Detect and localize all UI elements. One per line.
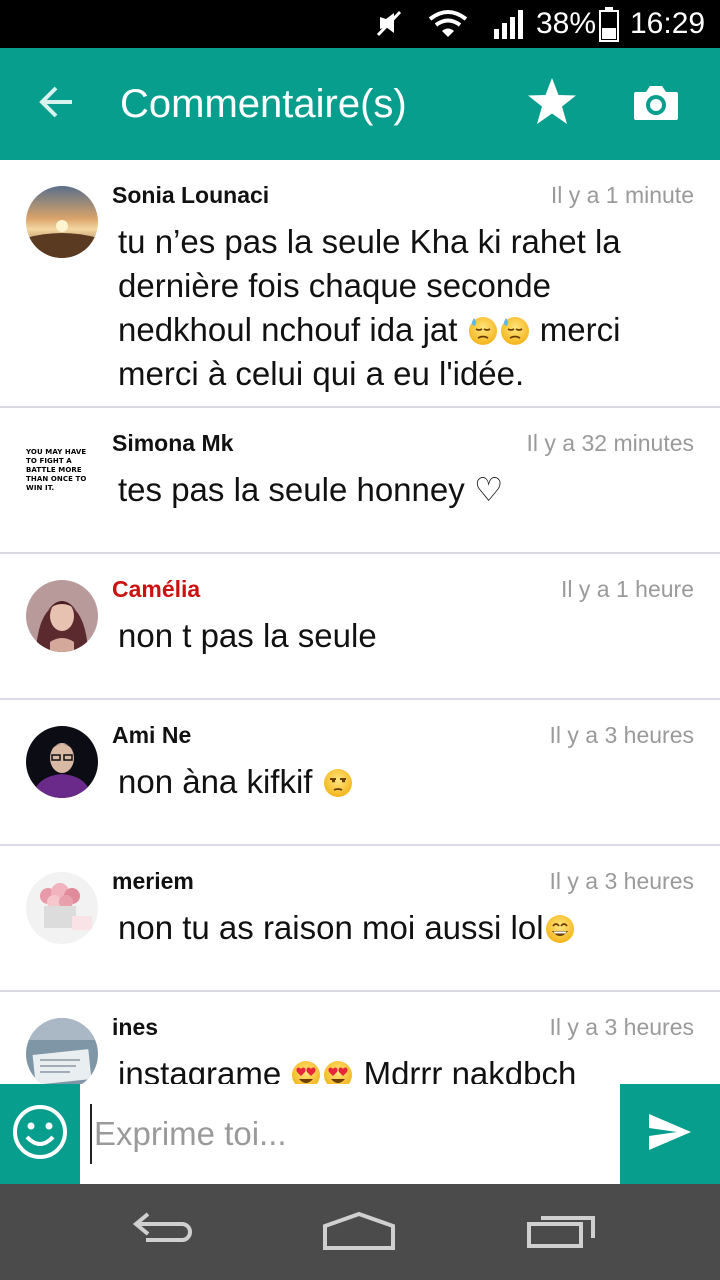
favorite-button[interactable]	[520, 72, 584, 136]
nav-back-icon	[124, 1210, 194, 1255]
nav-home-icon	[321, 1210, 397, 1255]
comment-item[interactable]: meriem Il y a 3 heures non tu as raison …	[0, 846, 720, 992]
comment-author[interactable]: Simona Mk	[112, 430, 233, 457]
comment-text: non t pas la seule	[118, 617, 377, 654]
system-nav-bar	[0, 1184, 720, 1280]
smiley-icon	[11, 1103, 69, 1166]
back-arrow-icon	[36, 82, 76, 127]
heart-eyes-emoji	[322, 1059, 354, 1084]
comment-item[interactable]: Ami Ne Il y a 3 heures non àna kifkif	[0, 700, 720, 846]
comment-time: Il y a 3 heures	[549, 868, 694, 894]
avatar[interactable]: YOU MAY HAVE TO FIGHT A BATTLE MORE THAN…	[26, 434, 98, 506]
comment-item[interactable]: YOU MAY HAVE TO FIGHT A BATTLE MORE THAN…	[0, 408, 720, 554]
page-title: Commentaire(s)	[120, 82, 407, 126]
nav-recents-icon	[525, 1210, 597, 1255]
mute-icon	[372, 0, 406, 48]
comment-text: tes pas la seule honney ♡	[118, 471, 504, 508]
comment-item[interactable]: ines Il y a 3 heures instagrame Mdrrr na…	[0, 992, 720, 1084]
camera-button[interactable]	[624, 72, 688, 136]
send-button[interactable]	[620, 1084, 720, 1184]
comment-author[interactable]: Sonia Lounaci	[112, 182, 269, 209]
back-button[interactable]	[24, 72, 88, 136]
comment-input[interactable]	[90, 1104, 610, 1164]
comment-item[interactable]: Sonia Lounaci Il y a 1 minute tu n’es pa…	[0, 160, 720, 408]
clock: 16:29	[630, 7, 706, 40]
avatar[interactable]	[26, 186, 98, 258]
star-icon	[525, 75, 579, 134]
comment-time: Il y a 1 heure	[561, 576, 694, 602]
comment-author[interactable]: Camélia	[112, 576, 200, 603]
wifi-icon	[426, 0, 470, 48]
send-icon	[647, 1112, 693, 1157]
comment-composer	[0, 1084, 720, 1184]
unamused-emoji	[322, 767, 354, 799]
comment-author[interactable]: ines	[112, 1014, 158, 1041]
avatar[interactable]	[26, 726, 98, 798]
comment-time: Il y a 1 minute	[550, 182, 694, 208]
avatar[interactable]	[26, 580, 98, 652]
status-bar: 38% 16:29	[0, 0, 720, 48]
comment-author[interactable]: meriem	[112, 868, 194, 895]
comment-text: tu n’es pas la seule Kha ki rahet la der…	[118, 223, 621, 392]
avatar[interactable]	[26, 872, 98, 944]
emoji-picker-button[interactable]	[0, 1084, 80, 1184]
comment-text: non àna kifkif	[118, 760, 688, 804]
avatar[interactable]	[26, 1018, 98, 1084]
signal-icon	[492, 0, 526, 48]
heart-eyes-emoji	[290, 1059, 322, 1084]
camera-icon	[632, 82, 680, 127]
downcast-sweat-emoji	[467, 315, 499, 347]
grinning-emoji	[544, 913, 576, 945]
comment-author[interactable]: Ami Ne	[112, 722, 191, 749]
comment-time: Il y a 3 heures	[549, 722, 694, 748]
comment-list[interactable]: Sonia Lounaci Il y a 1 minute tu n’es pa…	[0, 160, 720, 1084]
comment-text: non tu as raison moi aussi lol	[118, 906, 688, 950]
comment-item[interactable]: Camélia Il y a 1 heure non t pas la seul…	[0, 554, 720, 700]
battery-icon	[598, 0, 620, 48]
system-recents-button[interactable]	[516, 1200, 606, 1264]
comment-time: Il y a 32 minutes	[526, 430, 694, 456]
battery-percent: 38%	[536, 7, 597, 40]
comment-text: instagrame Mdrrr nakdbch	[118, 1052, 688, 1084]
system-home-button[interactable]	[314, 1200, 404, 1264]
comment-time: Il y a 3 heures	[549, 1014, 694, 1040]
app-bar: Commentaire(s)	[0, 48, 720, 160]
system-back-button[interactable]	[114, 1200, 204, 1264]
downcast-sweat-emoji	[499, 315, 531, 347]
